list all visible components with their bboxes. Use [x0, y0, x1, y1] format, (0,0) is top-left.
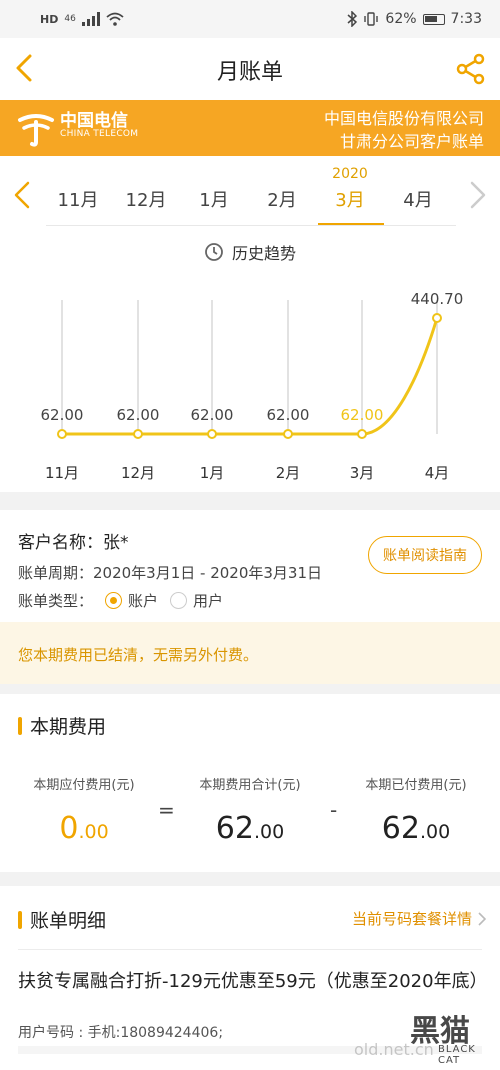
share-icon[interactable] — [454, 52, 488, 86]
fees-section-title: 本期费用 — [18, 712, 106, 739]
fees-title-text: 本期费用 — [30, 716, 107, 738]
data-label: 62.00 — [41, 406, 84, 424]
clock-text: 7:33 — [450, 11, 482, 27]
amount-due-value: 0.00 — [59, 811, 109, 846]
x-tick-label: 12月 — [121, 464, 155, 482]
active-month-year: 2020 — [332, 166, 368, 182]
page-title: 月账单 — [216, 60, 283, 85]
month-tab-feb[interactable]: 2月 — [252, 186, 312, 212]
total-fee-column: 本期费用合计(元) 62.00 — [170, 774, 330, 846]
user-type-radio[interactable] — [170, 592, 188, 609]
history-trend-panel: 历史趋势 62.00 11月 62.00 12月 62.00 1月 62.00 2月 62.00… — [0, 232, 500, 492]
prev-month-arrow-icon[interactable] — [10, 180, 34, 210]
paid-fee-column: 本期已付费用(元) 62.00 — [336, 774, 496, 846]
payment-notice: 您本期费用已结清，无需另外付费。 — [0, 622, 500, 684]
nav-bar: 月账单 — [0, 38, 500, 100]
watermark-en-text: BLACK CAT — [438, 1044, 476, 1066]
user-number: 用户号码 : 手机:18089424406; — [18, 1025, 224, 1041]
data-label: 62.00 — [267, 406, 310, 424]
telecom-banner: 中国电信 CHINA TELECOM 中国电信股份有限公司 甘肃分公司客户账单 — [0, 100, 500, 156]
data-point[interactable] — [57, 429, 67, 439]
month-tab-apr[interactable]: 4月 — [388, 186, 448, 212]
data-point[interactable] — [432, 313, 442, 323]
detail-title-text: 账单明细 — [30, 910, 107, 932]
x-tick-label: 1月 — [200, 464, 225, 482]
detail-section-title: 账单明细 — [18, 906, 106, 933]
current-fees-card: 本期费用 本期应付费用(元) 0.00 = 本期费用合计(元) 62.00 - … — [0, 694, 500, 872]
black-cat-watermark: old.net.cn 黑猫 BLACK CAT — [354, 1002, 494, 1068]
signal-text: 46 — [64, 14, 76, 24]
month-selector: 11月 12月 1月 2月 2020 3月 4月 — [0, 156, 500, 232]
user-type-label[interactable]: 用户 — [193, 590, 223, 611]
total-fee-value: 62.00 — [215, 811, 285, 846]
active-month-underline — [318, 223, 384, 225]
total-fee-label: 本期费用合计(元) — [199, 778, 301, 793]
bill-period: 账单周期：2020年3月1日 - 2020年3月31日 — [18, 564, 323, 582]
data-point[interactable] — [133, 429, 143, 439]
customer-name: 客户名称：张* — [18, 533, 129, 553]
data-label: 62.00 — [191, 406, 234, 424]
data-point[interactable] — [207, 429, 217, 439]
x-tick-label: 11月 — [45, 464, 79, 482]
month-divider — [46, 225, 456, 226]
network-type-text: HD — [40, 12, 59, 26]
vibrate-icon — [364, 12, 379, 26]
data-label: 440.70 — [411, 290, 464, 308]
data-point[interactable] — [357, 429, 367, 439]
chevron-right-icon — [478, 911, 486, 926]
month-tab-dec[interactable]: 12月 — [116, 186, 176, 212]
section-accent-bar — [18, 910, 22, 929]
account-type-label[interactable]: 账户 — [128, 590, 158, 611]
bill-type-row: 账单类型： 账户 用户 — [18, 590, 223, 611]
x-tick-label: 4月 — [425, 464, 450, 482]
status-bar: HD 46 62% 7:33 — [0, 0, 500, 38]
logo-chinese-text: 中国电信 — [60, 111, 128, 131]
detail-divider — [18, 949, 482, 950]
history-trend-chart: 62.00 11月 62.00 12月 62.00 1月 62.00 2月 62.00 3月 440… — [41, 290, 464, 482]
company-name-line1: 中国电信股份有限公司 — [323, 109, 484, 128]
company-name-line2: 甘肃分公司客户账单 — [339, 132, 484, 151]
section-accent-bar — [18, 716, 22, 735]
month-tab-mar[interactable]: 3月 — [320, 186, 380, 212]
month-tab-jan[interactable]: 1月 — [184, 186, 244, 212]
signal-icon — [81, 12, 100, 26]
customer-info-card: 客户名称：张* 账单周期：2020年3月1日 - 2020年3月31日 账单类型… — [0, 510, 500, 622]
x-tick-label: 2月 — [276, 464, 301, 482]
plan-name: 扶贫专属融合打折-129元优惠至59元（优惠至2020年底） — [18, 971, 488, 992]
battery-icon — [422, 13, 445, 25]
data-label: 62.00 — [341, 406, 384, 424]
bill-type-label: 账单类型： — [18, 592, 94, 610]
plan-details-link[interactable]: 当前号码套餐详情 — [352, 908, 486, 929]
next-month-arrow-icon[interactable] — [466, 180, 490, 210]
battery-percent-text: 62% — [385, 11, 417, 27]
wifi-icon — [106, 12, 124, 26]
plan-details-link-text[interactable]: 当前号码套餐详情 — [352, 908, 472, 929]
x-tick-label: 3月 — [350, 464, 375, 482]
amount-due-column: 本期应付费用(元) 0.00 — [4, 774, 164, 846]
account-type-radio[interactable] — [105, 592, 123, 609]
china-telecom-logo-icon — [18, 114, 54, 147]
data-point[interactable] — [283, 429, 293, 439]
amount-due-label: 本期应付费用(元) — [33, 778, 135, 793]
paid-fee-value: 62.00 — [381, 811, 451, 846]
data-label: 62.00 — [117, 406, 160, 424]
bill-guide-button[interactable]: 账单阅读指南 — [368, 536, 482, 574]
logo-english-text: CHINA TELECOM — [60, 129, 139, 139]
paid-fee-label: 本期已付费用(元) — [365, 778, 467, 793]
month-tab-nov[interactable]: 11月 — [48, 186, 108, 212]
bluetooth-icon — [347, 11, 358, 27]
